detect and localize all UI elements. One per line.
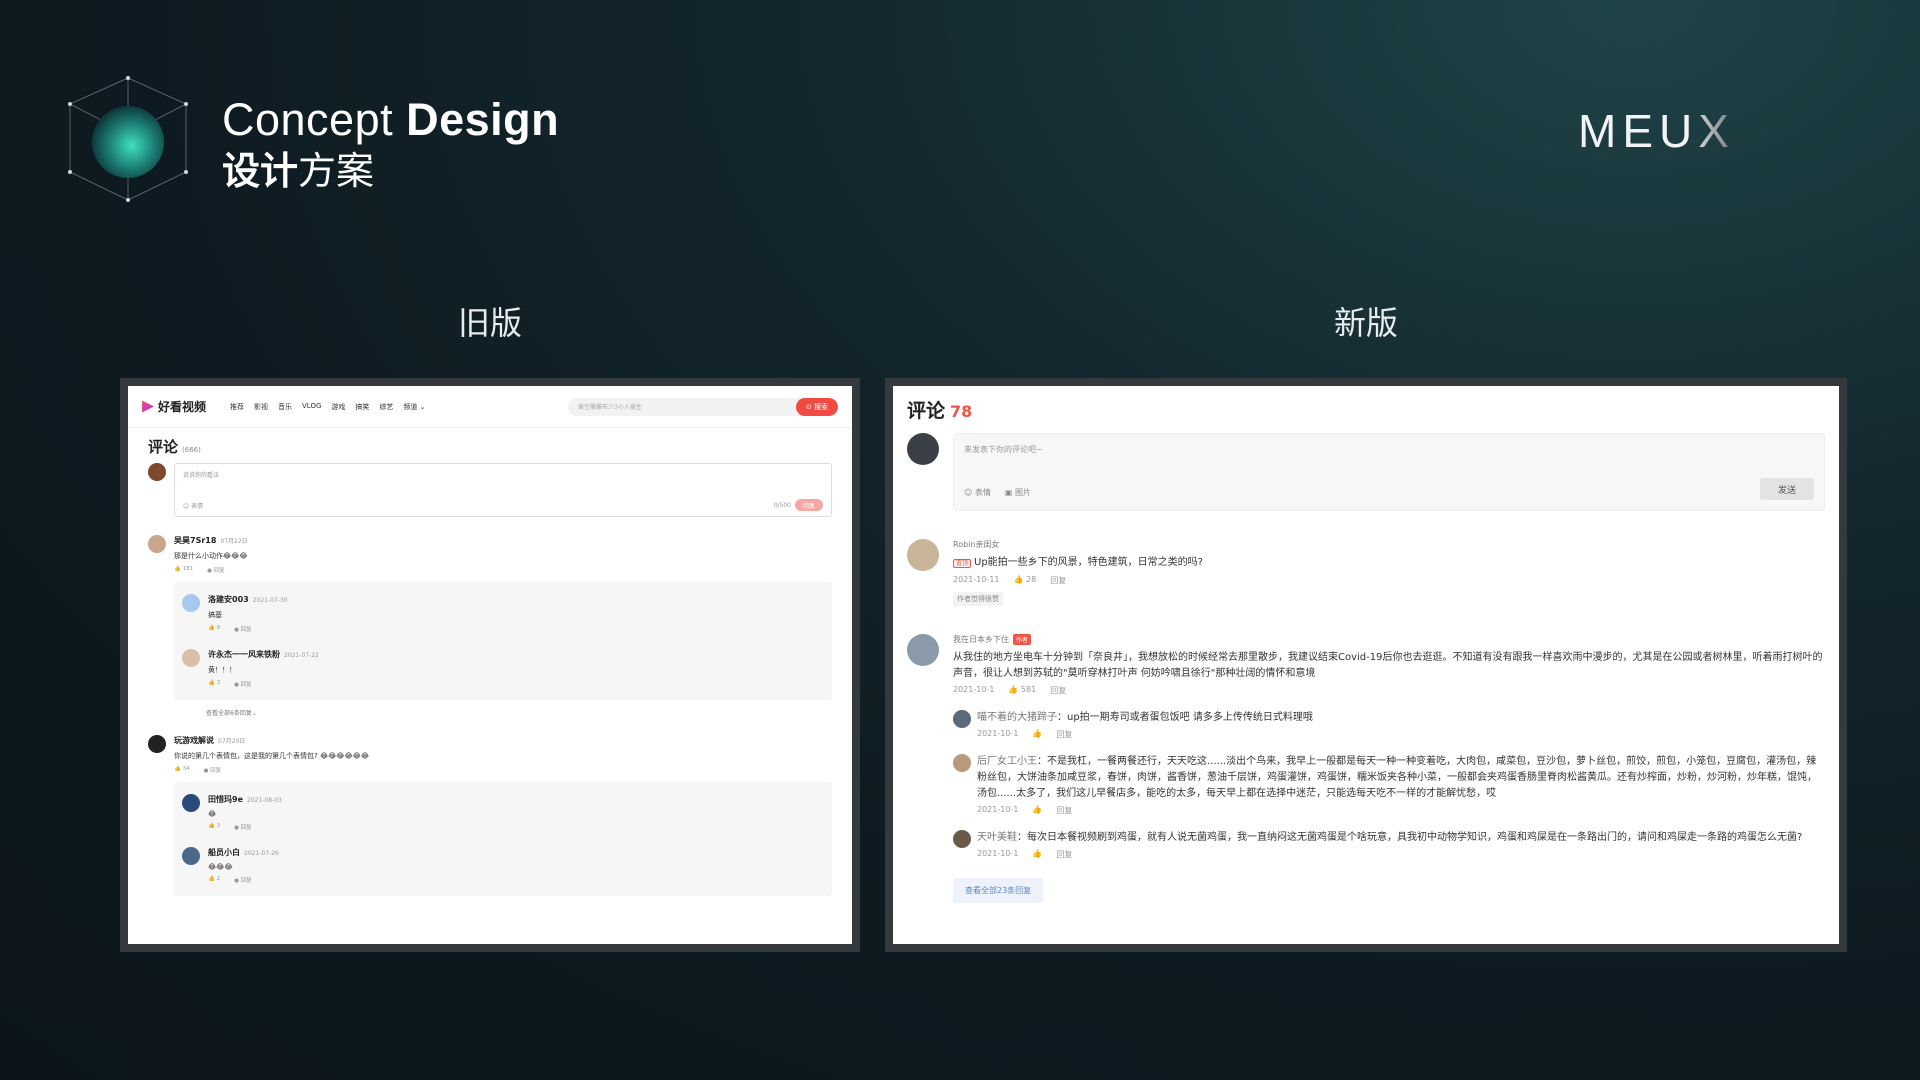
comment-author[interactable]: 我在日本乡下住 bbox=[953, 634, 1009, 645]
char-count: 0/500 bbox=[773, 501, 791, 509]
comment-item: 吴昊7Sr18 07月22日 那是什么小动作😂😂😂 👍 181 ● 回复 洛建安00… bbox=[148, 535, 832, 717]
old-nav-item[interactable]: 推荐 bbox=[230, 402, 244, 412]
avatar bbox=[148, 535, 166, 553]
reply-button[interactable]: 回复 bbox=[1056, 849, 1072, 860]
avatar bbox=[907, 634, 939, 666]
reply-button[interactable]: ● 回复 bbox=[234, 876, 252, 884]
old-version-panel: 好看视频 推荐 影视 音乐 VLOG 游戏 搞笑 综艺 频道 ⌄ 黄空雕雕布少3… bbox=[120, 378, 860, 952]
old-nav-item[interactable]: 综艺 bbox=[379, 402, 393, 412]
reply-item: 船员小白 2021-07-26 😂😂😂 👍 2 ● 回复 bbox=[182, 841, 824, 894]
comment-item: 我在日本乡下住 作者 从我住的地方坐电车十分钟到「奈良井」，我想放松的时候经常去那… bbox=[907, 634, 1825, 903]
author-tag: 作者 bbox=[1013, 634, 1032, 645]
reply-button[interactable]: 回复 bbox=[1056, 729, 1072, 740]
avatar bbox=[907, 539, 939, 571]
old-topbar: 好看视频 推荐 影视 音乐 VLOG 游戏 搞笑 综艺 频道 ⌄ 黄空雕雕布少3… bbox=[128, 386, 852, 428]
like-button[interactable]: 👍 181 bbox=[174, 566, 193, 574]
reply-button[interactable]: 回复 bbox=[1050, 575, 1066, 586]
avatar bbox=[953, 754, 971, 772]
old-search-bar: 黄空雕雕布少3小人搜生 ⊙ 搜索 bbox=[568, 397, 838, 416]
concept-cube-logo bbox=[68, 76, 188, 202]
like-button[interactable]: 👍 2 bbox=[208, 876, 220, 884]
view-all-replies-button[interactable]: 查看全部23条回复 bbox=[953, 878, 1044, 903]
like-button[interactable]: 👍 bbox=[1032, 729, 1042, 740]
reply-item: 喵不着的大猪蹄子：up拍一期寿司或者蛋包饭吧 请多多上传传统日式料理哦 2021… bbox=[953, 710, 1825, 740]
comment-item: 玩游戏解说 07月20日 你说的第几个表情包，这是我的第几个表情包? 😂😂😂😂😂😂… bbox=[148, 735, 832, 896]
replies-box: 田惜玛9e 2021-08-03 😂 👍 3 ● 回复 船员小白 2021-07-26… bbox=[174, 782, 832, 896]
like-button[interactable]: 👍 581 bbox=[1008, 685, 1036, 696]
reply-button[interactable]: ● 回复 bbox=[207, 566, 225, 574]
title-cn: 设计方案 bbox=[222, 149, 375, 193]
author-liked-chip: 作者觉得很赞 bbox=[953, 592, 1003, 606]
old-nav: 推荐 影视 音乐 VLOG 游戏 搞笑 综艺 频道 ⌄ bbox=[230, 402, 425, 412]
comment-author[interactable]: Robin亲闺女 bbox=[953, 539, 1825, 550]
avatar bbox=[148, 735, 166, 753]
new-screenshot: 评论 78 来发表下你的评论吧~ ☺ 表情 ▣ 图片 发送 Robin亲闺女 置顶… bbox=[893, 386, 1839, 944]
brand-logo: MEUX bbox=[1578, 105, 1735, 157]
play-icon bbox=[142, 400, 154, 413]
avatar bbox=[182, 794, 200, 812]
label-old-version: 旧版 bbox=[458, 304, 523, 342]
comment-date: 2021-10-11 bbox=[953, 575, 1000, 584]
old-nav-item[interactable]: 影视 bbox=[254, 402, 268, 412]
reply-item: 洛建安003 2021-07-30 搞基 👍 9 ● 回复 bbox=[182, 588, 824, 643]
avatar bbox=[148, 463, 166, 481]
reply-item: 后厂女工小王：不是我杠，一餐两餐还行，天天吃这......淡出个鸟来，我早上一般… bbox=[953, 754, 1825, 816]
avatar bbox=[907, 433, 939, 465]
old-comment-input[interactable]: 说说你的看法 ☺ 表情 0/500 回复 bbox=[174, 463, 832, 517]
like-button[interactable]: 👍 34 bbox=[174, 766, 190, 774]
comment-author[interactable]: 吴昊7Sr18 bbox=[174, 536, 216, 545]
avatar bbox=[182, 594, 200, 612]
avatar bbox=[953, 710, 971, 728]
comment-text: 那是什么小动作😂😂😂 bbox=[174, 552, 248, 560]
reply-button[interactable]: 回复 bbox=[1050, 685, 1066, 696]
old-comments-title: 评论 (666) bbox=[148, 438, 201, 456]
emoji-button[interactable]: ☺ 表情 bbox=[964, 487, 991, 498]
like-button[interactable]: 👍 9 bbox=[208, 625, 220, 633]
emoji-button[interactable]: ☺ 表情 bbox=[183, 501, 203, 510]
old-nav-item[interactable]: 搞笑 bbox=[355, 402, 369, 412]
old-nav-item[interactable]: VLOG bbox=[302, 402, 321, 412]
old-search-input[interactable]: 黄空雕雕布少3小人搜生 bbox=[568, 402, 796, 411]
old-screenshot: 好看视频 推荐 影视 音乐 VLOG 游戏 搞笑 综艺 频道 ⌄ 黄空雕雕布少3… bbox=[128, 386, 852, 944]
reply-item: 田惜玛9e 2021-08-03 😂 👍 3 ● 回复 bbox=[182, 788, 824, 841]
label-new-version: 新版 bbox=[1334, 304, 1399, 342]
like-button[interactable]: 👍 3 bbox=[208, 680, 220, 688]
replies-box: 洛建安003 2021-07-30 搞基 👍 9 ● 回复 许永杰一一风来铁粉 202… bbox=[174, 582, 832, 700]
title-en: Concept Design bbox=[222, 94, 560, 145]
reply-button[interactable]: ● 回复 bbox=[234, 680, 252, 688]
reply-item: 许永杰一一风来铁粉 2021-07-22 黄！！！ 👍 3 ● 回复 bbox=[182, 643, 824, 698]
new-send-button[interactable]: 发送 bbox=[1760, 478, 1814, 500]
old-nav-item[interactable]: 频道 ⌄ bbox=[403, 402, 425, 412]
like-button[interactable]: 👍 bbox=[1032, 849, 1042, 860]
view-more-replies[interactable]: 查看全部6条回复⌄ bbox=[206, 708, 832, 717]
new-version-panel: 评论 78 来发表下你的评论吧~ ☺ 表情 ▣ 图片 发送 Robin亲闺女 置顶… bbox=[885, 378, 1847, 952]
comment-date: 2021-10-1 bbox=[953, 685, 995, 694]
avatar bbox=[182, 847, 200, 865]
pinned-tag: 置顶 bbox=[953, 559, 972, 568]
title-block: Concept Design 设计方案 bbox=[222, 92, 559, 194]
old-site-logo[interactable]: 好看视频 bbox=[142, 398, 206, 415]
new-comments-title: 评论 78 bbox=[907, 400, 973, 422]
comment-text: Up能拍一些乡下的风景，特色建筑，日常之类的吗? bbox=[974, 557, 1203, 568]
comment-author[interactable]: 玩游戏解说 bbox=[174, 736, 214, 745]
like-button[interactable]: 👍 3 bbox=[208, 823, 220, 831]
comment-item: Robin亲闺女 置顶 Up能拍一些乡下的风景，特色建筑，日常之类的吗? 2021… bbox=[907, 539, 1825, 606]
reply-button[interactable]: ● 回复 bbox=[204, 766, 222, 774]
avatar bbox=[953, 830, 971, 848]
avatar bbox=[182, 649, 200, 667]
new-comment-input[interactable]: 来发表下你的评论吧~ ☺ 表情 ▣ 图片 发送 bbox=[953, 433, 1825, 511]
reply-button[interactable]: 回复 bbox=[1056, 805, 1072, 816]
like-button[interactable]: 👍 bbox=[1032, 805, 1042, 816]
comment-text: 你说的第几个表情包，这是我的第几个表情包? 😂😂😂😂😂😂 bbox=[174, 752, 370, 760]
like-button[interactable]: 👍 28 bbox=[1014, 575, 1037, 586]
image-button[interactable]: ▣ 图片 bbox=[1005, 487, 1031, 498]
old-nav-item[interactable]: 音乐 bbox=[278, 402, 292, 412]
comment-text: 从我住的地方坐电车十分钟到「奈良井」，我想放松的时候经常去那里散步，我建议结束C… bbox=[953, 652, 1823, 679]
old-search-button[interactable]: ⊙ 搜索 bbox=[796, 397, 838, 416]
reply-button[interactable]: ● 回复 bbox=[234, 823, 252, 831]
reply-item: 天叶美鞋：每次日本餐视频刷到鸡蛋，就有人说无菌鸡蛋，我一直纳闷这无菌鸡蛋是个啥玩… bbox=[953, 830, 1825, 860]
old-nav-item[interactable]: 游戏 bbox=[331, 402, 345, 412]
old-send-button[interactable]: 回复 bbox=[795, 499, 823, 511]
reply-button[interactable]: ● 回复 bbox=[234, 625, 252, 633]
